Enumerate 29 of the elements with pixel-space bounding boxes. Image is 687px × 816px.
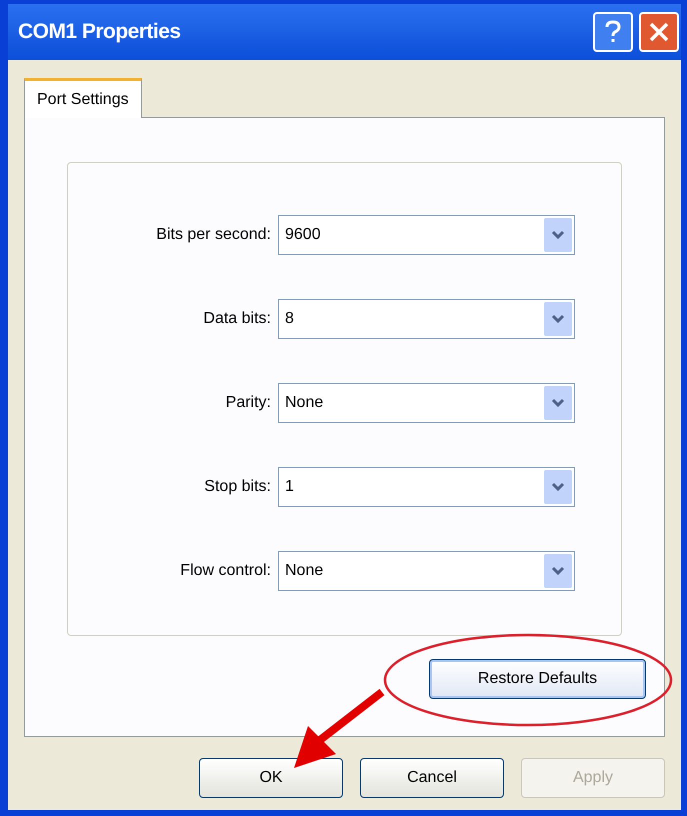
chevron-icon	[544, 386, 572, 420]
dropdown-value: None	[285, 561, 324, 581]
chevron-icon	[544, 470, 572, 504]
dropdown[interactable]: None	[278, 383, 575, 423]
chevron-icon	[544, 554, 572, 588]
dropdown[interactable]: 9600	[278, 215, 575, 255]
dropdown-value: 8	[285, 309, 294, 329]
tab[interactable]: Port Settings	[24, 78, 142, 118]
dropdown-value: 9600	[285, 225, 321, 245]
close-icon	[648, 21, 670, 43]
help-icon	[604, 20, 622, 44]
chevron-icon	[544, 302, 572, 336]
close-button[interactable]	[639, 12, 679, 52]
dropdown[interactable]: 1	[278, 467, 575, 507]
help-button[interactable]	[593, 12, 633, 52]
dialog-button[interactable]: OK	[199, 758, 343, 798]
setting-label: Parity:	[224, 393, 272, 413]
dialog-button[interactable]: Cancel	[360, 758, 504, 798]
chevron-icon	[544, 218, 572, 252]
setting-label: Stop bits:	[203, 477, 272, 497]
dropdown[interactable]: 8	[278, 299, 575, 339]
setting-label: Data bits:	[202, 309, 272, 329]
restore-defaults-button[interactable]: Restore Defaults	[429, 659, 646, 699]
window-title: COM1 Properties	[18, 19, 181, 46]
dropdown-value: 1	[285, 477, 294, 497]
dropdown[interactable]: None	[278, 551, 575, 591]
setting-label: Flow control:	[179, 561, 272, 581]
setting-label: Bits per second:	[155, 225, 272, 245]
dropdown-value: None	[285, 393, 324, 413]
